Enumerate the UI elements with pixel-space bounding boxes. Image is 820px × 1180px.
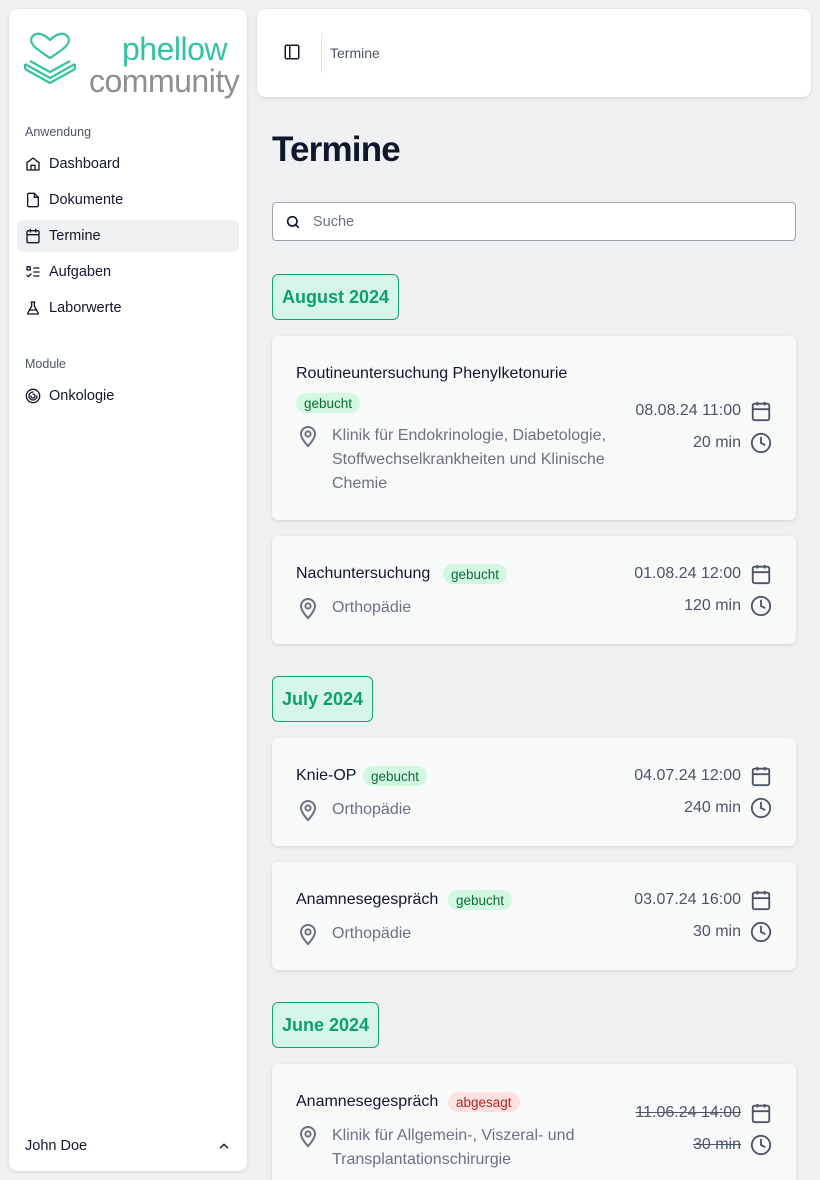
status-badge: abgesagt	[448, 1092, 520, 1112]
user-menu[interactable]: John Doe	[9, 1121, 247, 1171]
datetime-text: 03.07.24 16:00	[634, 891, 741, 908]
sidebar-toggle-button[interactable]	[283, 43, 303, 63]
appointment-location: Klinik für Allgemein-, Viszeral- und Tra…	[296, 1124, 626, 1172]
appointment-title: Routineuntersuchung Phenylketonurie	[296, 365, 568, 382]
appointment-card[interactable]: Knie-OP gebucht Orthopädie 04.07.24 12:0…	[272, 738, 796, 846]
duration-text: 20 min	[692, 434, 741, 451]
sidebar-item-appointments[interactable]: Termine	[17, 220, 239, 252]
location-text: Orthopädie	[332, 599, 412, 616]
status-badge: gebucht	[443, 564, 508, 584]
appointment-title: Anamnesegespräch	[296, 1093, 439, 1110]
appointment-datetime: 03.07.24 16:00	[634, 889, 772, 911]
duration-text: 30 min	[692, 923, 741, 940]
duration-text: 30 min	[692, 1136, 741, 1153]
divider	[321, 33, 322, 73]
datetime-text: 04.07.24 12:00	[634, 767, 741, 784]
map-pin-icon	[299, 800, 317, 822]
top-bar: Termine	[257, 9, 811, 97]
duration-text: 120 min	[684, 597, 741, 614]
sidebar-item-oncology[interactable]: Onkologie	[17, 380, 239, 412]
clock-icon	[750, 1134, 772, 1156]
clock-icon	[750, 595, 772, 617]
appointment-card[interactable]: Anamnesegespräch abgesagt Klinik für All…	[272, 1064, 796, 1180]
spiral-icon	[25, 388, 41, 404]
appointment-datetime: 11.06.24 14:00	[635, 1102, 772, 1124]
sidebar-item-label: Dashboard	[49, 156, 120, 172]
sidebar-item-tasks[interactable]: Aufgaben	[17, 256, 239, 288]
home-icon	[25, 156, 41, 172]
sidebar-item-label: Onkologie	[49, 388, 115, 404]
panel-left-icon	[284, 44, 300, 60]
sidebar-item-label: Aufgaben	[49, 264, 112, 280]
map-pin-icon	[299, 598, 317, 620]
location-text: Klinik für Allgemein-, Viszeral- und Tra…	[332, 1127, 575, 1168]
appointment-card[interactable]: Nachuntersuchung gebucht Orthopädie 01.0…	[272, 536, 796, 644]
datetime-text: 11.06.24 14:00	[635, 1104, 741, 1121]
month-header: August 2024	[272, 274, 400, 320]
sidebar-item-label: Termine	[49, 228, 101, 244]
nav-group-label-modules: Module	[25, 357, 66, 371]
sidebar-item-label: Laborwerte	[49, 300, 122, 316]
appointment-duration: 30 min	[693, 921, 772, 943]
appointment-card[interactable]: Anamnesegespräch gebucht Orthopädie 03.0…	[272, 862, 796, 970]
calendar-icon	[25, 228, 41, 244]
appointment-datetime: 04.07.24 12:00	[634, 765, 772, 787]
file-icon	[25, 192, 41, 208]
location-text: Orthopädie	[332, 925, 412, 942]
month-header: July 2024	[272, 676, 374, 722]
sidebar-item-label: Dokumente	[49, 192, 124, 208]
sidebar-item-documents[interactable]: Dokumente	[17, 184, 239, 216]
appointment-title: Nachuntersuchung	[296, 565, 431, 582]
appointment-location: Orthopädie	[296, 596, 626, 620]
datetime-text: 01.08.24 12:00	[634, 565, 741, 582]
sidebar-item-dashboard[interactable]: Dashboard	[17, 148, 239, 180]
chevron-up-icon	[219, 1143, 229, 1149]
calendar-icon	[751, 890, 771, 911]
clock-icon	[750, 432, 772, 454]
calendar-icon	[751, 1103, 771, 1124]
map-pin-icon	[299, 1126, 317, 1148]
appointment-title: Knie-OP	[296, 767, 357, 784]
appointment-location: Orthopädie	[296, 922, 626, 946]
appointment-datetime: 01.08.24 12:00	[634, 563, 772, 585]
clock-icon	[750, 797, 772, 819]
user-name: John Doe	[25, 1138, 88, 1154]
brand-name-line2: community	[89, 63, 240, 99]
appointment-duration: 240 min	[684, 797, 772, 819]
appointment-duration: 120 min	[684, 595, 772, 617]
brand-logo[interactable]: phellow community	[24, 31, 240, 105]
status-badge: gebucht	[296, 393, 361, 413]
search-input[interactable]	[313, 211, 773, 233]
appointment-title: Anamnesegespräch	[296, 891, 439, 908]
appointment-duration: 20 min	[693, 432, 772, 454]
calendar-icon	[751, 766, 771, 787]
location-text: Klinik für Endokrinologie, Diabetologie,…	[332, 427, 606, 492]
search-box[interactable]	[272, 202, 796, 241]
heart-book-logo-icon	[24, 32, 76, 84]
map-pin-icon	[299, 426, 317, 448]
status-badge: gebucht	[363, 766, 428, 786]
flask-icon	[25, 300, 41, 316]
checklist-icon	[25, 264, 41, 280]
page-title: Termine	[272, 130, 401, 169]
month-header: June 2024	[272, 1002, 380, 1048]
sidebar-item-lab-values[interactable]: Laborwerte	[17, 292, 239, 324]
datetime-text: 08.08.24 11:00	[635, 402, 741, 419]
sidebar: phellow community Anwendung Dashboard Do…	[9, 9, 247, 1171]
search-icon	[286, 215, 300, 229]
calendar-icon	[751, 401, 771, 422]
appointment-datetime: 08.08.24 11:00	[635, 400, 772, 422]
appointment-card[interactable]: Routineuntersuchung Phenylketonurie gebu…	[272, 336, 796, 520]
appointment-location: Klinik für Endokrinologie, Diabetologie,…	[296, 424, 626, 496]
status-badge: gebucht	[448, 890, 513, 910]
appointment-duration: 30 min	[693, 1134, 772, 1156]
location-text: Orthopädie	[332, 801, 412, 818]
appointment-location: Orthopädie	[296, 798, 626, 822]
clock-icon	[750, 921, 772, 943]
map-pin-icon	[299, 924, 317, 946]
calendar-icon	[751, 564, 771, 585]
duration-text: 240 min	[684, 799, 741, 816]
nav-group-label-application: Anwendung	[25, 125, 92, 139]
breadcrumb[interactable]: Termine	[330, 45, 380, 61]
